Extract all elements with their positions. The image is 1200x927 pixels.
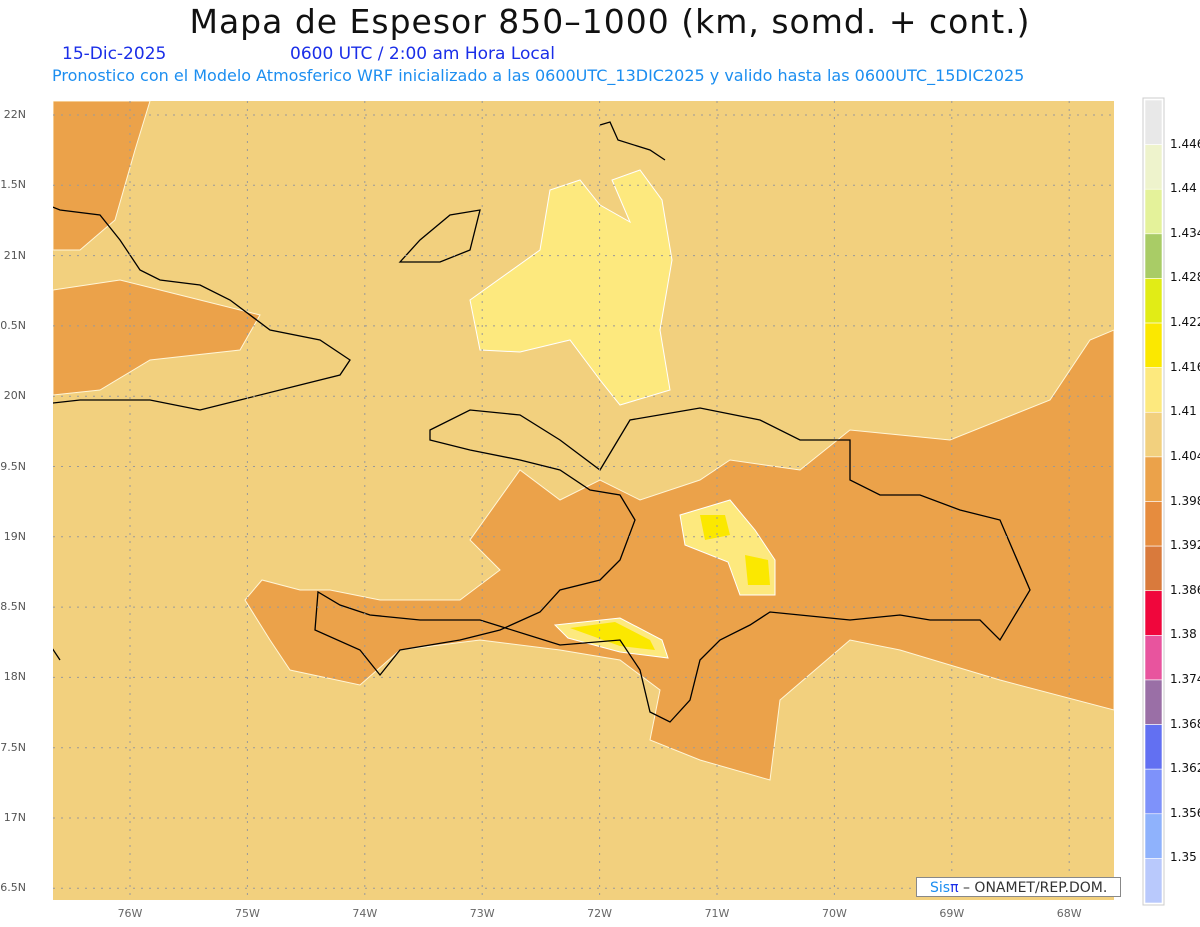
colorbar-label: 1.386: [1170, 582, 1200, 597]
lon-label: 68W: [1056, 907, 1082, 920]
lon-label: 71W: [704, 907, 730, 920]
colorbar-bin: [1144, 278, 1163, 324]
colorbar-label: 1.368: [1170, 716, 1200, 731]
colorbar-bin: [1144, 858, 1163, 904]
colorbar-label: 1.422: [1170, 315, 1200, 330]
colorbar-bin: [1144, 144, 1163, 190]
colorbar-bin: [1144, 322, 1163, 368]
colorbar-label: 1.404: [1170, 448, 1200, 463]
credit-sis: Sis: [930, 880, 951, 896]
lon-label: 76W: [117, 907, 143, 920]
colorbar-bin: [1144, 188, 1163, 235]
colorbar-label: 1.374: [1170, 671, 1200, 686]
colorbar-label: 1.434: [1170, 225, 1200, 240]
lat-label: 6.5N: [0, 881, 26, 895]
colorbar-bin: [1144, 233, 1163, 279]
colorbar-bin: [1144, 456, 1163, 502]
lat-label: 0.5N: [0, 318, 26, 332]
lat-label: 22N: [3, 108, 26, 121]
lat-label: 7.5N: [0, 740, 26, 754]
colorbar-bin: [1144, 501, 1163, 547]
colorbar-label: 1.398: [1170, 493, 1200, 508]
colorbar-label: 1.362: [1170, 761, 1200, 776]
colorbar-bin: [1144, 768, 1163, 815]
credit-box: Sisπ – ONAMET/REP.DOM.: [916, 877, 1121, 897]
lon-label: 69W: [939, 907, 965, 920]
lat-label: 18N: [3, 670, 26, 684]
colorbar-label: 1.446: [1170, 136, 1200, 151]
lon-label: 72W: [587, 907, 613, 920]
colorbar-bin: [1144, 724, 1163, 770]
lon-label: 73W: [469, 907, 495, 920]
model-subtitle: Pronostico con el Modelo Atmosferico WRF…: [52, 66, 1025, 85]
map-title: Mapa de Espesor 850–1000 (km, somd. + co…: [189, 2, 1031, 41]
thickness-map: [53, 97, 1165, 906]
colorbar-bin: [1144, 590, 1163, 636]
forecast-time: 0600 UTC / 2:00 am Hora Local: [290, 44, 555, 64]
colorbar-bin: [1144, 99, 1163, 145]
lat-label: 20N: [3, 389, 26, 403]
colorbar-label: 1.41: [1170, 404, 1197, 419]
colorbar-label: 1.428: [1170, 270, 1200, 285]
colorbar-label: 1.38: [1170, 627, 1197, 642]
colorbar-label: 1.44: [1170, 181, 1197, 196]
lat-label: 9.5N: [0, 459, 26, 473]
lon-label: 70W: [821, 907, 847, 920]
colorbar-bin: [1144, 411, 1163, 458]
colorbar-bin: [1144, 545, 1163, 592]
colorbar: [1142, 97, 1165, 906]
credit-pi: π: [950, 880, 959, 896]
lat-label: 19N: [3, 529, 26, 543]
colorbar-bin: [1144, 635, 1163, 681]
forecast-date: 15-Dic-2025: [62, 44, 167, 64]
colorbar-bin: [1144, 813, 1163, 859]
colorbar-label: 1.392: [1170, 538, 1200, 553]
lat-label: 8.5N: [0, 600, 26, 614]
colorbar-label: 1.416: [1170, 359, 1200, 374]
lon-label: 75W: [234, 907, 260, 920]
colorbar-label: 1.35: [1170, 850, 1197, 865]
lat-label: 21N: [3, 248, 26, 262]
credit-org: – ONAMET/REP.DOM.: [962, 880, 1108, 896]
colorbar-bin: [1144, 679, 1163, 725]
forecast-map-figure: Mapa de Espesor 850–1000 (km, somd. + co…: [0, 0, 1200, 927]
lat-label: 1.5N: [0, 178, 26, 192]
lat-label: 17N: [3, 811, 26, 824]
colorbar-bin: [1144, 367, 1163, 413]
colorbar-label: 1.356: [1170, 805, 1200, 820]
lon-label: 74W: [352, 907, 378, 920]
